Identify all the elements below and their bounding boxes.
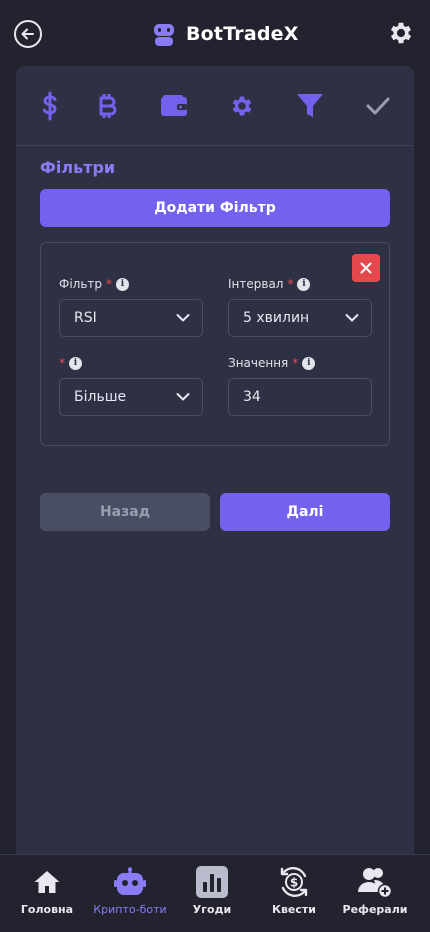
nav-label: Головна xyxy=(20,903,74,916)
info-icon[interactable]: i xyxy=(69,356,82,370)
step-dollar[interactable] xyxy=(32,88,68,124)
bitcoin-icon xyxy=(99,94,117,118)
back-button[interactable] xyxy=(14,20,42,48)
filters-title: Фільтри xyxy=(40,158,116,177)
step-filter[interactable] xyxy=(292,88,328,124)
filter-select-value: RSI xyxy=(74,310,97,326)
nav-item-trades[interactable]: Угоди xyxy=(169,865,255,925)
back-step-button[interactable]: Назад xyxy=(40,493,210,531)
robot-logo-icon xyxy=(154,24,174,46)
gear-icon[interactable] xyxy=(387,19,415,47)
filter-label-text: Фільтр xyxy=(59,277,103,291)
step-wallet[interactable] xyxy=(156,88,192,124)
nav-item-crypto-bots[interactable]: Крипто-боти xyxy=(87,865,173,925)
coin-cycle-icon: $ xyxy=(280,867,308,897)
bar-chart-icon xyxy=(196,866,228,898)
value-label-text: Значення xyxy=(228,356,289,370)
value-label: Значення * i xyxy=(228,356,316,370)
add-users-icon xyxy=(358,868,393,898)
check-icon xyxy=(366,97,390,115)
arrow-left-icon xyxy=(21,28,34,40)
gear-icon xyxy=(232,96,252,116)
value-input-text: 34 xyxy=(243,389,261,405)
chevron-down-icon xyxy=(345,314,359,322)
nav-item-referrals[interactable]: Реферали xyxy=(332,865,418,925)
nav-item-home[interactable]: Головна xyxy=(4,865,90,925)
app-title: BotTradeX xyxy=(186,23,299,45)
svg-text:$: $ xyxy=(290,876,298,890)
value-input[interactable]: 34 xyxy=(228,378,372,416)
required-asterisk: * xyxy=(59,356,65,370)
step-bitcoin[interactable] xyxy=(90,88,126,124)
condition-label: * i xyxy=(59,356,82,370)
wizard-steps xyxy=(16,66,414,146)
wallet-icon xyxy=(161,95,187,116)
robot-icon xyxy=(114,867,146,895)
required-asterisk: * xyxy=(106,277,113,291)
chevron-down-icon xyxy=(176,393,190,401)
nav-label: Крипто-боти xyxy=(93,903,167,916)
filter-row: Фільтр * i RSI Інтервал * i 5 хвилин * i xyxy=(40,242,390,446)
filter-select[interactable]: RSI xyxy=(59,299,203,337)
interval-select-value: 5 хвилин xyxy=(243,310,310,326)
home-icon xyxy=(34,871,60,893)
condition-select[interactable]: Більше xyxy=(59,378,203,416)
brand: BotTradeX xyxy=(152,19,299,49)
nav-label: Угоди xyxy=(192,903,232,916)
nav-label: Квести xyxy=(271,903,317,916)
filter-label: Фільтр * i xyxy=(59,277,130,291)
chevron-down-icon xyxy=(176,314,190,322)
info-icon[interactable]: i xyxy=(302,356,316,370)
nav-item-quests[interactable]: $ Квести xyxy=(251,865,337,925)
close-icon xyxy=(360,262,372,274)
step-confirm[interactable] xyxy=(360,88,396,124)
main-panel: Фільтри Додати Фільтр Фільтр * i RSI Інт… xyxy=(16,66,414,854)
info-icon[interactable]: i xyxy=(297,277,311,291)
app-header: BotTradeX xyxy=(0,0,430,66)
condition-select-value: Більше xyxy=(74,389,127,405)
dollar-icon xyxy=(42,91,57,121)
interval-label-text: Інтервал xyxy=(228,277,284,291)
interval-label: Інтервал * i xyxy=(228,277,311,291)
step-settings[interactable] xyxy=(224,88,260,124)
required-asterisk: * xyxy=(292,356,299,370)
filter-icon xyxy=(297,94,323,117)
next-step-button[interactable]: Далі xyxy=(220,493,390,531)
add-filter-button[interactable]: Додати Фільтр xyxy=(40,189,390,227)
interval-select[interactable]: 5 хвилин xyxy=(228,299,372,337)
required-asterisk: * xyxy=(287,277,294,291)
remove-filter-button[interactable] xyxy=(352,254,380,282)
bottom-nav: Головна Крипто-боти Угоди $ Квести Рефер… xyxy=(0,854,430,932)
nav-label: Реферали xyxy=(342,903,408,916)
info-icon[interactable]: i xyxy=(116,277,130,291)
